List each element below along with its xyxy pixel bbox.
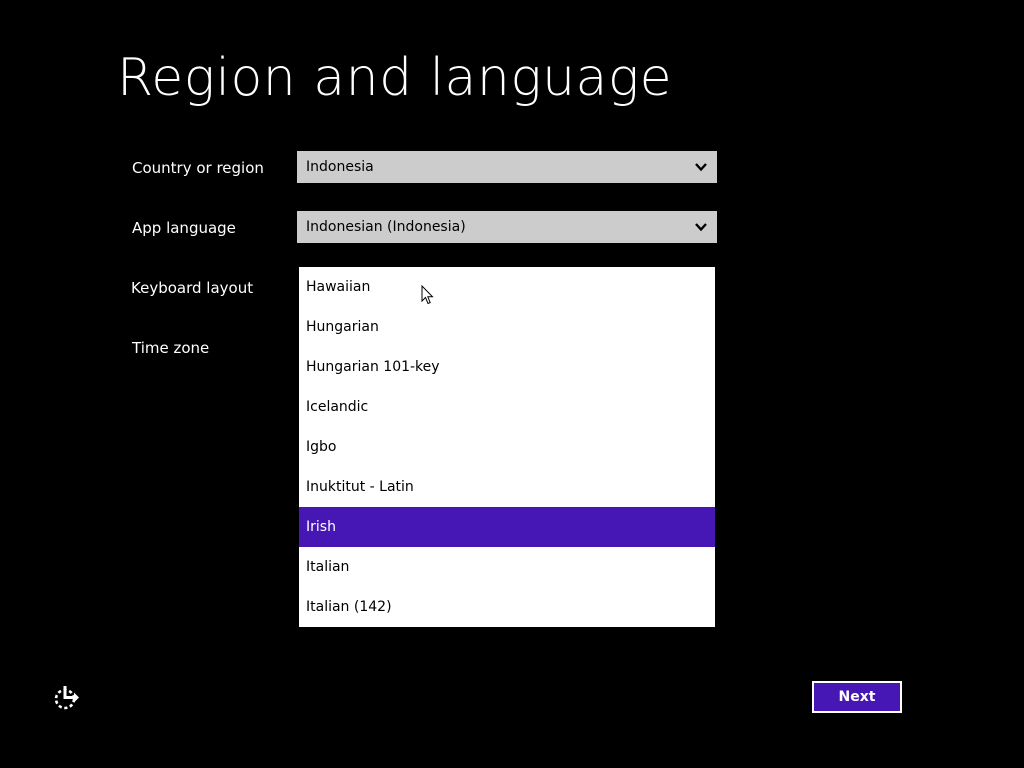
keyboard-layout-option[interactable]: Hungarian bbox=[299, 307, 715, 347]
time-zone-label: Time zone bbox=[132, 339, 210, 357]
keyboard-layout-label: Keyboard layout bbox=[131, 279, 254, 297]
country-label: Country or region bbox=[132, 159, 264, 177]
keyboard-layout-option[interactable]: Italian (142) bbox=[299, 587, 715, 627]
app-language-select-value: Indonesian (Indonesia) bbox=[306, 219, 466, 235]
app-language-select[interactable]: Indonesian (Indonesia) bbox=[297, 211, 717, 243]
keyboard-layout-option[interactable]: Igbo bbox=[299, 427, 715, 467]
keyboard-layout-option[interactable]: Inuktitut - Latin bbox=[299, 467, 715, 507]
page-title: Region and language bbox=[117, 48, 673, 108]
keyboard-layout-option[interactable]: Hawaiian bbox=[299, 267, 715, 307]
setup-screen: Region and language Country or region In… bbox=[0, 0, 1024, 768]
keyboard-layout-dropdown-list[interactable]: Hawaiian Hungarian Hungarian 101-key Icelan… bbox=[299, 267, 715, 627]
chevron-down-icon bbox=[695, 223, 707, 232]
app-language-label: App language bbox=[132, 219, 236, 237]
country-select-value: Indonesia bbox=[306, 159, 374, 175]
keyboard-layout-option[interactable]: Icelandic bbox=[299, 387, 715, 427]
keyboard-layout-option[interactable]: Irish bbox=[299, 507, 715, 547]
keyboard-layout-option[interactable]: Hungarian 101-key bbox=[299, 347, 715, 387]
keyboard-layout-option[interactable]: Italian bbox=[299, 547, 715, 587]
chevron-down-icon bbox=[695, 163, 707, 172]
ease-of-access-icon[interactable] bbox=[52, 684, 80, 712]
next-button[interactable]: Next bbox=[812, 681, 902, 713]
country-select[interactable]: Indonesia bbox=[297, 151, 717, 183]
mouse-pointer-icon bbox=[421, 285, 434, 305]
